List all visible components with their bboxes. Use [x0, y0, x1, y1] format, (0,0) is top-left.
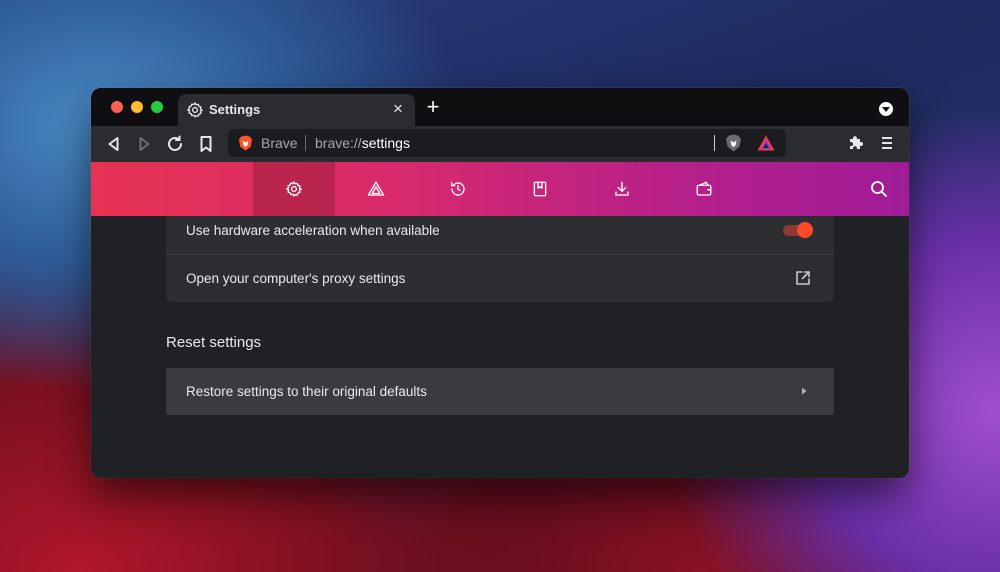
- toolbar: Brave brave://settings: [91, 126, 909, 162]
- back-button[interactable]: [103, 133, 125, 155]
- address-bar[interactable]: Brave brave://settings: [228, 129, 786, 157]
- browser-window: Settings × + Brave brave://settings Use …: [91, 88, 909, 478]
- download-icon: [615, 181, 629, 196]
- url-scheme: brave://: [315, 135, 362, 151]
- omnibox-divider: [305, 135, 306, 151]
- history-icon: [450, 181, 465, 196]
- bookmark-book-icon: [533, 181, 547, 197]
- settings-nav-history[interactable]: [417, 162, 499, 216]
- brave-shields-icon[interactable]: [725, 134, 742, 152]
- rewards-triangle-icon: [367, 181, 385, 196]
- app-menu-icon[interactable]: [879, 134, 895, 152]
- new-tab-button[interactable]: +: [423, 96, 443, 118]
- reset-settings-heading: Reset settings: [166, 334, 262, 351]
- external-link-icon[interactable]: [795, 270, 811, 286]
- hardware-acceleration-label: Use hardware acceleration when available: [186, 223, 440, 238]
- brave-lion-icon: [238, 135, 253, 151]
- close-window-button[interactable]: [111, 101, 123, 113]
- toggle-knob: [797, 222, 813, 238]
- settings-nav-wallet[interactable]: [663, 162, 745, 216]
- minimize-window-button[interactable]: [131, 101, 143, 113]
- settings-nav-get-started[interactable]: [253, 162, 335, 216]
- tab-settings[interactable]: Settings ×: [178, 94, 415, 126]
- restore-defaults-row[interactable]: Restore settings to their original defau…: [166, 368, 834, 415]
- restore-defaults-label: Restore settings to their original defau…: [186, 384, 427, 399]
- gear-icon: [186, 102, 204, 118]
- settings-nav-downloads[interactable]: [581, 162, 663, 216]
- omnibox-divider-right: [714, 135, 715, 151]
- settings-nav-bookmarks[interactable]: [499, 162, 581, 216]
- url-path: settings: [361, 135, 410, 151]
- tab-bar: Settings × +: [91, 88, 909, 126]
- settings-nav-rewards[interactable]: [335, 162, 417, 216]
- tab-close-button[interactable]: ×: [389, 100, 407, 118]
- extensions-puzzle-icon[interactable]: [847, 134, 865, 152]
- tab-search-button[interactable]: [879, 102, 893, 116]
- hardware-acceleration-toggle[interactable]: [783, 222, 813, 239]
- url-text: brave://settings: [315, 135, 410, 151]
- maximize-window-button[interactable]: [151, 101, 163, 113]
- tab-title: Settings: [209, 102, 261, 117]
- bookmark-button[interactable]: [195, 133, 217, 155]
- settings-nav: [91, 162, 909, 216]
- chevron-right-icon: [802, 387, 807, 395]
- search-icon[interactable]: [869, 179, 889, 199]
- wallet-icon: [696, 181, 712, 196]
- gear-icon: [285, 181, 303, 197]
- forward-button[interactable]: [133, 133, 155, 155]
- site-name: Brave: [261, 135, 298, 151]
- proxy-settings-row[interactable]: Open your computer's proxy settings: [166, 254, 834, 302]
- proxy-settings-label: Open your computer's proxy settings: [186, 271, 406, 286]
- brave-rewards-icon[interactable]: [757, 135, 775, 151]
- settings-content: Use hardware acceleration when available…: [91, 216, 909, 478]
- system-settings-card: Use hardware acceleration when available…: [166, 216, 834, 302]
- reload-button[interactable]: [164, 133, 186, 155]
